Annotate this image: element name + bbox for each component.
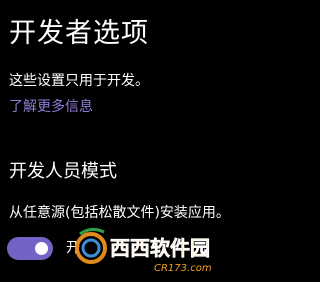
developer-mode-toggle[interactable]: [7, 237, 53, 260]
learn-more-link[interactable]: 了解更多信息: [9, 97, 93, 117]
developer-mode-description: 从任意源(包括松散文件)安装应用。: [9, 205, 230, 221]
page-title: 开发者选项: [9, 18, 149, 49]
watermark-brand-text: 西西软件园: [110, 236, 210, 260]
intro-description: 这些设置只用于开发。: [9, 73, 149, 89]
toggle-knob: [35, 242, 48, 255]
developer-mode-title: 开发人员模式: [9, 161, 117, 182]
watermark-url-text: CR173.com: [154, 263, 212, 274]
cr173-watermark-logo: 西西软件园 CR173.com: [75, 227, 212, 274]
